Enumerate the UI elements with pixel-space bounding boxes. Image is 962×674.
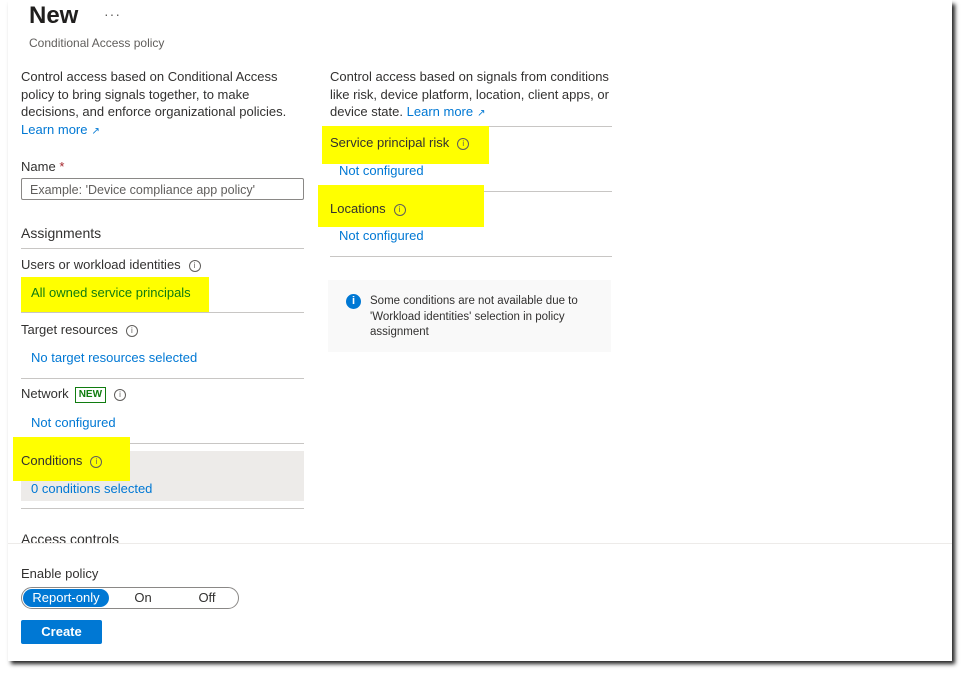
locations-label-text: Locations <box>330 201 386 216</box>
conditions-label: Conditions i <box>21 453 103 468</box>
name-input[interactable]: Example: 'Device compliance app policy' <box>21 178 304 200</box>
info-icon[interactable]: i <box>457 137 470 150</box>
page-title: New <box>29 2 79 29</box>
external-link-icon: ↗ <box>477 108 486 119</box>
more-options-button[interactable]: ··· <box>104 6 121 22</box>
name-label: Name * <box>21 159 64 174</box>
target-resources-label-text: Target resources <box>21 322 118 337</box>
page-frame: New ··· Conditional Access policy Contro… <box>8 0 952 661</box>
assignments-heading: Assignments <box>21 225 102 241</box>
users-label-text: Users or workload identities <box>21 257 181 272</box>
sp-risk-label: Service principal risk i <box>330 135 470 150</box>
users-value-link[interactable]: All owned service principals <box>31 285 191 300</box>
notice-text: Some conditions are not available due to… <box>370 295 578 338</box>
sp-risk-label-text: Service principal risk <box>330 135 450 150</box>
option-off[interactable]: Off <box>176 588 238 608</box>
divider <box>330 256 612 257</box>
right-learn-more-link[interactable]: Learn more <box>407 104 473 119</box>
locations-label: Locations i <box>330 201 406 216</box>
external-link-icon: ↗ <box>91 125 100 137</box>
option-on[interactable]: On <box>112 588 174 608</box>
right-description: Control access based on signals from con… <box>330 68 615 123</box>
info-icon: i <box>346 294 361 309</box>
option-report-only[interactable]: Report-only <box>23 589 109 607</box>
left-description-text: Control access based on Conditional Acce… <box>21 69 287 119</box>
info-icon[interactable]: i <box>90 455 103 468</box>
users-label: Users or workload identities i <box>21 257 201 272</box>
divider <box>21 248 304 249</box>
network-value-link[interactable]: Not configured <box>31 415 116 430</box>
network-label-text: Network <box>21 386 69 401</box>
left-description: Control access based on Conditional Acce… <box>21 68 306 140</box>
divider <box>21 312 304 313</box>
info-icon[interactable]: i <box>125 324 138 337</box>
info-icon[interactable]: i <box>114 388 127 401</box>
conditions-label-text: Conditions <box>21 453 83 468</box>
sp-risk-value-link[interactable]: Not configured <box>339 163 424 178</box>
enable-policy-label: Enable policy <box>21 566 99 581</box>
network-label: Network NEW i <box>21 386 127 403</box>
info-notice: i Some conditions are not available due … <box>328 280 611 352</box>
enable-policy-toggle[interactable]: Report-only On Off <box>21 587 239 609</box>
target-resources-label: Target resources i <box>21 322 138 337</box>
locations-value-link[interactable]: Not configured <box>339 228 424 243</box>
required-mark: * <box>59 159 65 174</box>
create-button[interactable]: Create <box>21 620 102 644</box>
new-badge: NEW <box>74 386 107 403</box>
info-icon[interactable]: i <box>188 259 201 272</box>
left-learn-more-link[interactable]: Learn more <box>21 122 87 137</box>
name-label-text: Name <box>21 159 56 174</box>
info-icon[interactable]: i <box>393 203 406 216</box>
divider <box>21 378 304 379</box>
target-resources-value-link[interactable]: No target resources selected <box>31 350 197 365</box>
divider <box>21 508 304 509</box>
conditions-value-link[interactable]: 0 conditions selected <box>31 481 152 496</box>
page-subtitle: Conditional Access policy <box>29 36 165 50</box>
